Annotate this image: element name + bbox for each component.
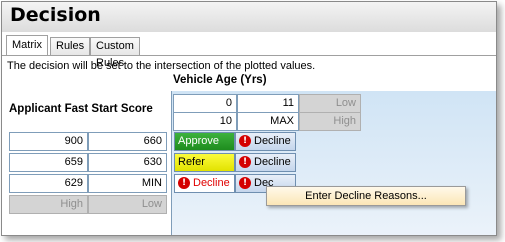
matrix-cell-label: Approve	[178, 135, 219, 147]
matrix-cell-label: Refer	[178, 156, 205, 168]
vehicle-age-axis-label: Vehicle Age (Yrs)	[173, 74, 267, 86]
header-bar: Decision	[2, 2, 496, 32]
warning-icon: !	[239, 177, 251, 190]
tab-rules[interactable]: Rules	[50, 37, 91, 55]
matrix-cell-r3c1[interactable]: ! Decline	[174, 174, 235, 193]
warning-icon: !	[178, 177, 190, 190]
tab-custom-rules[interactable]: Custom Rules	[90, 37, 140, 69]
score-axis-label: Applicant Fast Start Score	[9, 103, 153, 115]
matrix-cell-label: Decline	[193, 177, 230, 189]
matrix-cell-r2c1[interactable]: Refer	[174, 153, 235, 172]
matrix-cell-r1c1[interactable]: Approve	[174, 132, 235, 151]
description-text: The decision will be set to the intersec…	[7, 60, 316, 72]
age-to-2[interactable]: MAX	[237, 112, 299, 131]
score-high-label: High	[9, 195, 88, 214]
score-low-label: Low	[88, 195, 167, 214]
score-to-1[interactable]: 660	[88, 132, 167, 151]
score-from-2[interactable]: 659	[9, 153, 88, 172]
context-menu: Enter Decline Reasons...	[266, 186, 466, 206]
matrix-cell-r2c2[interactable]: ! Decline	[235, 153, 296, 172]
matrix-cell-label: Decline	[254, 135, 291, 147]
decision-panel: Decision Matrix Rules Custom Rules The d…	[1, 1, 497, 236]
tab-divider	[2, 55, 496, 56]
age-to-1[interactable]: 11	[237, 94, 299, 113]
score-from-3[interactable]: 629	[9, 174, 88, 193]
age-from-1[interactable]: 0	[173, 94, 237, 113]
age-from-2[interactable]: 10	[173, 112, 237, 131]
matrix-cell-label: Decline	[254, 156, 291, 168]
score-to-3[interactable]: MIN	[88, 174, 167, 193]
age-high-label: High	[299, 112, 361, 131]
warning-icon: !	[239, 135, 251, 148]
score-to-2[interactable]: 630	[88, 153, 167, 172]
page-title: Decision	[10, 4, 101, 26]
tab-matrix[interactable]: Matrix	[6, 35, 48, 55]
score-from-1[interactable]: 900	[9, 132, 88, 151]
age-low-label: Low	[299, 94, 361, 113]
warning-icon: !	[239, 156, 251, 169]
matrix-cell-r1c2[interactable]: ! Decline	[235, 132, 296, 151]
menu-item-enter-decline-reasons[interactable]: Enter Decline Reasons...	[305, 190, 427, 202]
